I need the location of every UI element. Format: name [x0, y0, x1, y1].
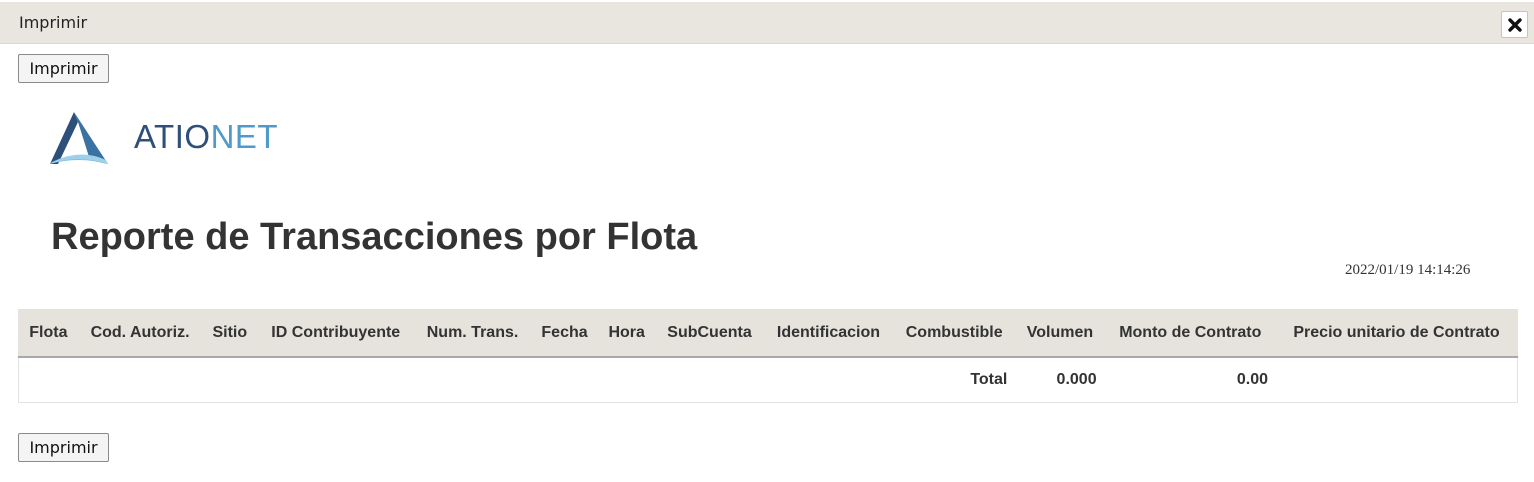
- table-header-row: Flota Cod. Autoriz. Sitio ID Contribuyen…: [18, 309, 1518, 358]
- close-button[interactable]: [1501, 11, 1528, 38]
- col-flota: Flota: [18, 309, 78, 358]
- col-num-trans: Num. Trans.: [414, 309, 531, 358]
- col-monto-contrato: Monto de Contrato: [1104, 309, 1277, 358]
- print-button-bottom[interactable]: Imprimir: [18, 433, 109, 462]
- col-combustible: Combustible: [893, 309, 1016, 358]
- col-identificacion: Identificacion: [763, 309, 894, 358]
- total-volumen: 0.000: [1056, 370, 1097, 388]
- col-hora: Hora: [598, 309, 656, 358]
- col-id-contribuyente: ID Contribuyente: [257, 309, 415, 358]
- transactions-table: Flota Cod. Autoriz. Sitio ID Contribuyen…: [18, 309, 1518, 403]
- total-label: Total: [970, 370, 1008, 388]
- logo-text: ATIONET: [134, 118, 278, 156]
- ationet-logo-icon: [50, 112, 108, 164]
- dialog-titlebar: Imprimir: [0, 2, 1534, 44]
- col-subcuenta: SubCuenta: [655, 309, 764, 358]
- table-total-row: Total 0.000 0.00: [19, 357, 1518, 403]
- total-monto: 0.00: [1236, 370, 1269, 388]
- col-volumen: Volumen: [1015, 309, 1105, 358]
- close-icon: [1507, 17, 1522, 32]
- logo-text-light: NET: [210, 118, 279, 155]
- col-fecha: Fecha: [530, 309, 599, 358]
- print-button-top[interactable]: Imprimir: [18, 54, 109, 83]
- dialog-title: Imprimir: [19, 13, 88, 32]
- col-sitio: Sitio: [202, 309, 258, 358]
- report-title: Reporte de Transacciones por Flota: [51, 216, 698, 258]
- report-datetime: 2022/01/19 14:14:26: [1345, 262, 1471, 278]
- logo-text-dark: ATIO: [134, 118, 211, 155]
- col-precio-unitario: Precio unitario de Contrato: [1276, 309, 1518, 358]
- col-cod-autoriz: Cod. Autoriz.: [77, 309, 203, 358]
